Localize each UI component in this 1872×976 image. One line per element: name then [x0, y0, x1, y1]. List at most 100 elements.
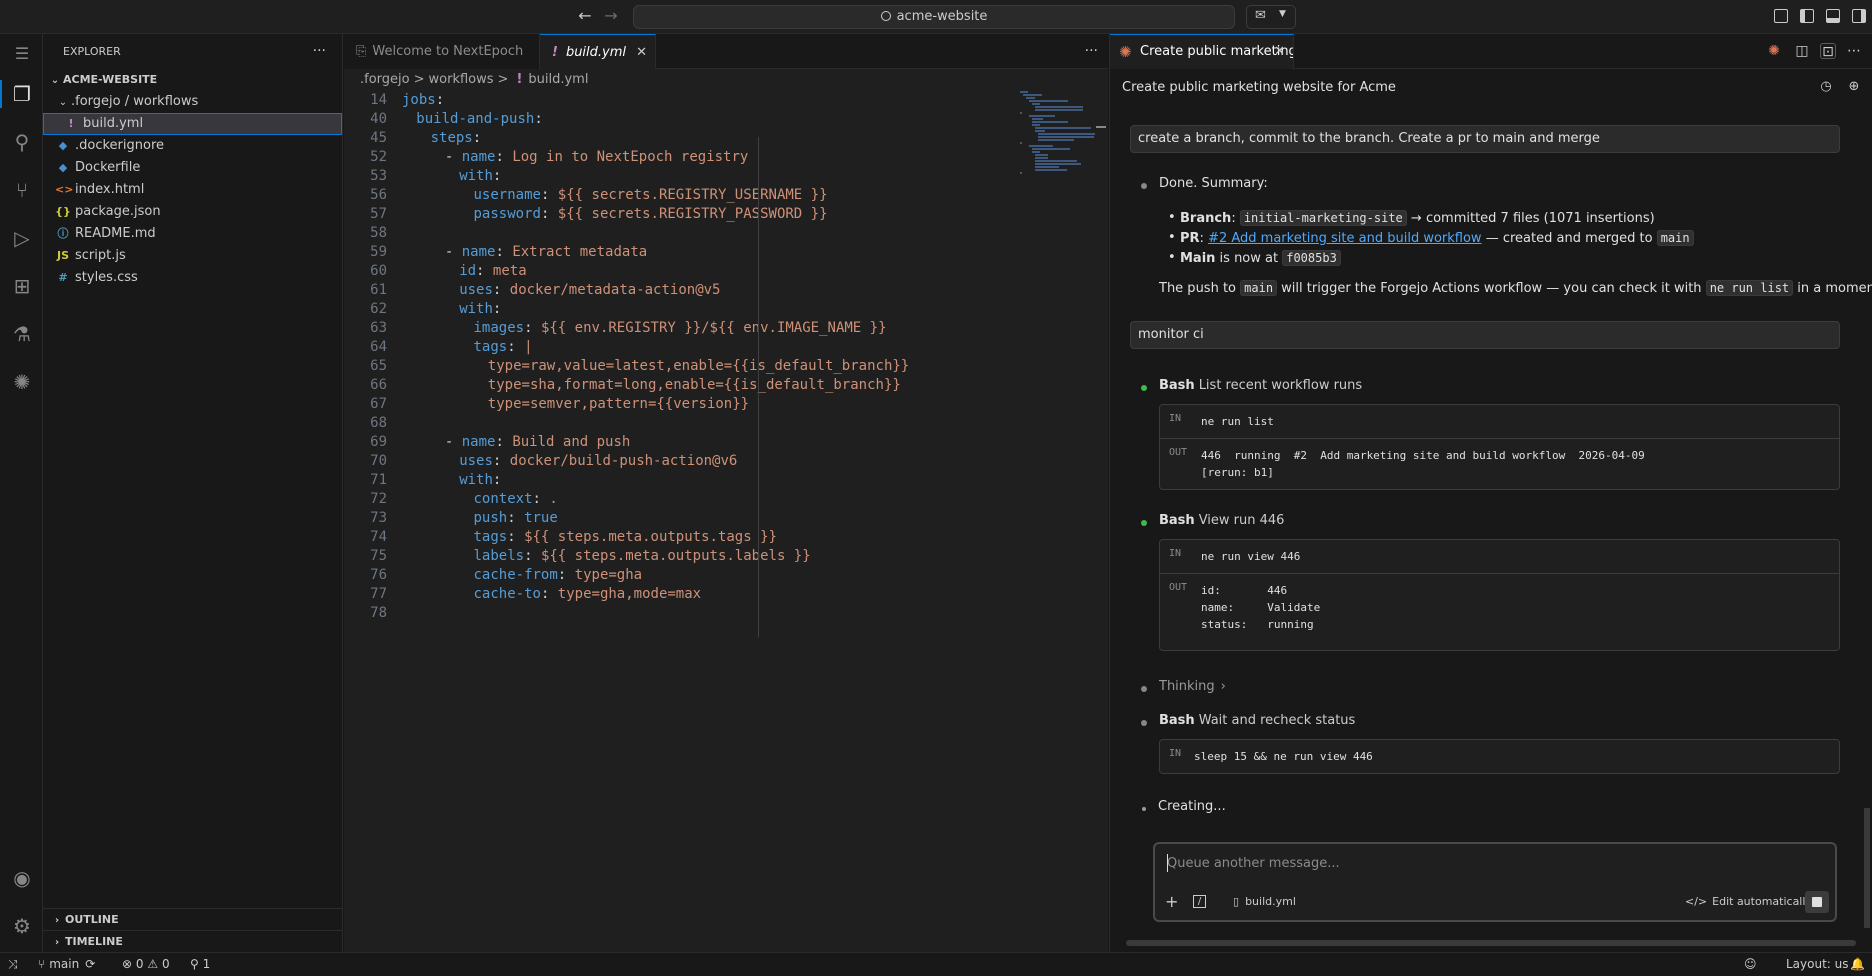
file-item[interactable]: ◆ .dockerignore	[43, 135, 342, 157]
minimap-line	[1035, 160, 1077, 162]
explorer-icon[interactable]: ❐	[0, 78, 38, 110]
file-item[interactable]: JS script.js	[43, 245, 342, 267]
customize-layout-icon[interactable]	[1774, 9, 1788, 23]
source-control-icon[interactable]: ⑂	[6, 174, 38, 206]
chat-tab-bar: ✺ Create public marketing ... ✕ ✺ ◫ ⊡ ⋯	[1110, 34, 1872, 69]
code-line: 68	[344, 414, 1024, 433]
more-actions-icon[interactable]: ···	[1085, 34, 1098, 69]
edit-mode-label: Edit automatically	[1712, 895, 1812, 908]
split-editor-icon[interactable]: ◫	[1794, 43, 1810, 59]
arrow-left-icon[interactable]: ←	[574, 6, 596, 25]
file-item[interactable]: ! build.yml	[43, 113, 342, 135]
yaml-value: Build and push	[512, 434, 631, 450]
claude-icon[interactable]: ✺	[6, 366, 38, 398]
edit-mode-button[interactable]: </> Edit automatically	[1685, 891, 1812, 913]
copilot-status-icon[interactable]: ☺	[1744, 953, 1757, 975]
yaml-value: true	[524, 510, 558, 526]
folder-forgejo-workflows[interactable]: ⌄ .forgejo / workflows	[43, 91, 342, 113]
minimap[interactable]	[1020, 91, 1100, 261]
breadcrumb-forgejo[interactable]: .forgejo	[360, 72, 410, 87]
tab-build-yml[interactable]: ! build.yml ✕	[540, 34, 656, 69]
tool-header[interactable]: Bash View run 446	[1159, 513, 1284, 528]
file-label: build.yml	[83, 116, 144, 131]
toggle-panel-icon[interactable]	[1826, 9, 1840, 23]
pr-link[interactable]: #2 Add marketing site and build workflow	[1208, 231, 1482, 246]
chat-message-input[interactable]	[1167, 854, 1817, 872]
gear-icon[interactable]: ⚙	[6, 910, 38, 942]
bell-icon[interactable]: 🔔	[1850, 953, 1865, 975]
breadcrumb-file[interactable]: build.yml	[528, 72, 588, 87]
command-center-search[interactable]: acme-website	[633, 5, 1235, 29]
menu-icon[interactable]: ☰	[6, 38, 38, 70]
testing-icon[interactable]: ⚗	[6, 318, 38, 350]
minimap-line	[1035, 106, 1084, 108]
yaml-value: .	[549, 491, 558, 507]
run-debug-icon[interactable]: ▷	[6, 222, 38, 254]
user-message: monitor ci	[1130, 321, 1840, 349]
close-icon[interactable]: ✕	[636, 35, 647, 70]
remote-icon[interactable]: ⤨	[8, 953, 18, 975]
file-chip[interactable]: ▯ build.yml	[1233, 891, 1296, 913]
toggle-secondary-sidebar-icon[interactable]	[1852, 9, 1866, 23]
summary-list: Branch: initial-marketing-site → committ…	[1168, 208, 1694, 268]
file-item[interactable]: ◆ Dockerfile	[43, 157, 342, 179]
breadcrumb-separator: >	[413, 72, 425, 87]
minimap-line	[1035, 130, 1045, 132]
code-text: id: meta	[459, 262, 526, 281]
lock-icon[interactable]: ⊡	[1820, 43, 1836, 60]
in-label: IN	[1169, 413, 1182, 424]
chat-scrollbar[interactable]	[1864, 808, 1870, 928]
yaml-key: labels	[473, 548, 525, 564]
extensions-icon[interactable]: ⊞	[6, 270, 38, 302]
code-text: jobs:	[402, 91, 444, 110]
add-context-icon[interactable]: +	[1165, 891, 1178, 913]
yaml-key: context	[473, 491, 533, 507]
file-item[interactable]: {} package.json	[43, 201, 342, 223]
minimap-line	[1032, 151, 1040, 153]
scroll-indicator	[1096, 126, 1106, 128]
new-chat-icon[interactable]: ⊕	[1846, 79, 1862, 95]
chat-toggle-button[interactable]: ✉ ▼	[1246, 5, 1296, 29]
branch-label: Branch	[1180, 211, 1232, 226]
history-icon[interactable]: ◷	[1818, 79, 1834, 95]
minimap-line	[1020, 112, 1022, 114]
code-text: type=sha,format=long,enable={{is_default…	[488, 376, 901, 395]
yaml-punct: :	[492, 301, 502, 317]
more-actions-icon[interactable]: ···	[313, 34, 326, 69]
toggle-primary-sidebar-icon[interactable]	[1800, 9, 1814, 23]
push-main-code: main	[1240, 280, 1278, 296]
search-icon[interactable]: ⚲	[6, 126, 38, 158]
tool-output-line: status: running	[1201, 618, 1314, 631]
timeline-section[interactable]: › TIMELINE	[43, 930, 343, 952]
stop-button[interactable]	[1805, 891, 1829, 913]
chat-session-tab[interactable]: ✺ Create public marketing ... ✕	[1110, 34, 1294, 69]
file-item[interactable]: ⓘ README.md	[43, 223, 342, 245]
user-message: create a branch, commit to the branch. C…	[1130, 125, 1840, 153]
close-icon[interactable]: ✕	[1274, 35, 1285, 69]
code-text: - name: Log in to NextEpoch registry	[445, 148, 748, 167]
more-actions-icon[interactable]: ⋯	[1846, 43, 1862, 59]
yaml-value: ${{ steps.meta.outputs.tags }}	[524, 529, 777, 545]
breadcrumb-workflows[interactable]: workflows	[429, 72, 494, 87]
file-item[interactable]: <> index.html	[43, 179, 342, 201]
keyboard-layout[interactable]: Layout: us	[1786, 953, 1849, 975]
thinking-toggle[interactable]: Thinking ›	[1159, 679, 1226, 694]
claude-icon[interactable]: ✺	[1766, 43, 1782, 59]
yaml-punct: :	[492, 282, 510, 298]
tool-header[interactable]: Bash List recent workflow runs	[1159, 378, 1362, 393]
chat-horizontal-scrollbar[interactable]	[1126, 940, 1856, 946]
yaml-punct: :	[495, 244, 513, 260]
account-icon[interactable]: ◉	[6, 862, 38, 894]
workspace-root[interactable]: ⌄ ACME-WEBSITE	[43, 69, 342, 91]
outline-section[interactable]: › OUTLINE	[43, 908, 343, 930]
arrow-right-icon[interactable]: →	[600, 6, 622, 25]
slash-command-icon[interactable]: /	[1193, 895, 1206, 908]
branch-indicator[interactable]: ⑂ main ⟳	[38, 953, 95, 975]
ports-indicator[interactable]: ⚲ 1	[190, 953, 210, 975]
file-item[interactable]: # styles.css	[43, 267, 342, 289]
problems-indicator[interactable]: ⊗ 0 ⚠ 0	[122, 953, 170, 975]
file-type-icon: {}	[55, 205, 71, 218]
code-editor[interactable]: 14 jobs: 40 build-and-push: 45 steps: 52 - name…	[344, 91, 1024, 623]
tool-header[interactable]: Bash Wait and recheck status	[1159, 713, 1355, 728]
tab-welcome[interactable]: ⎘ Welcome to NextEpoch	[344, 34, 540, 69]
